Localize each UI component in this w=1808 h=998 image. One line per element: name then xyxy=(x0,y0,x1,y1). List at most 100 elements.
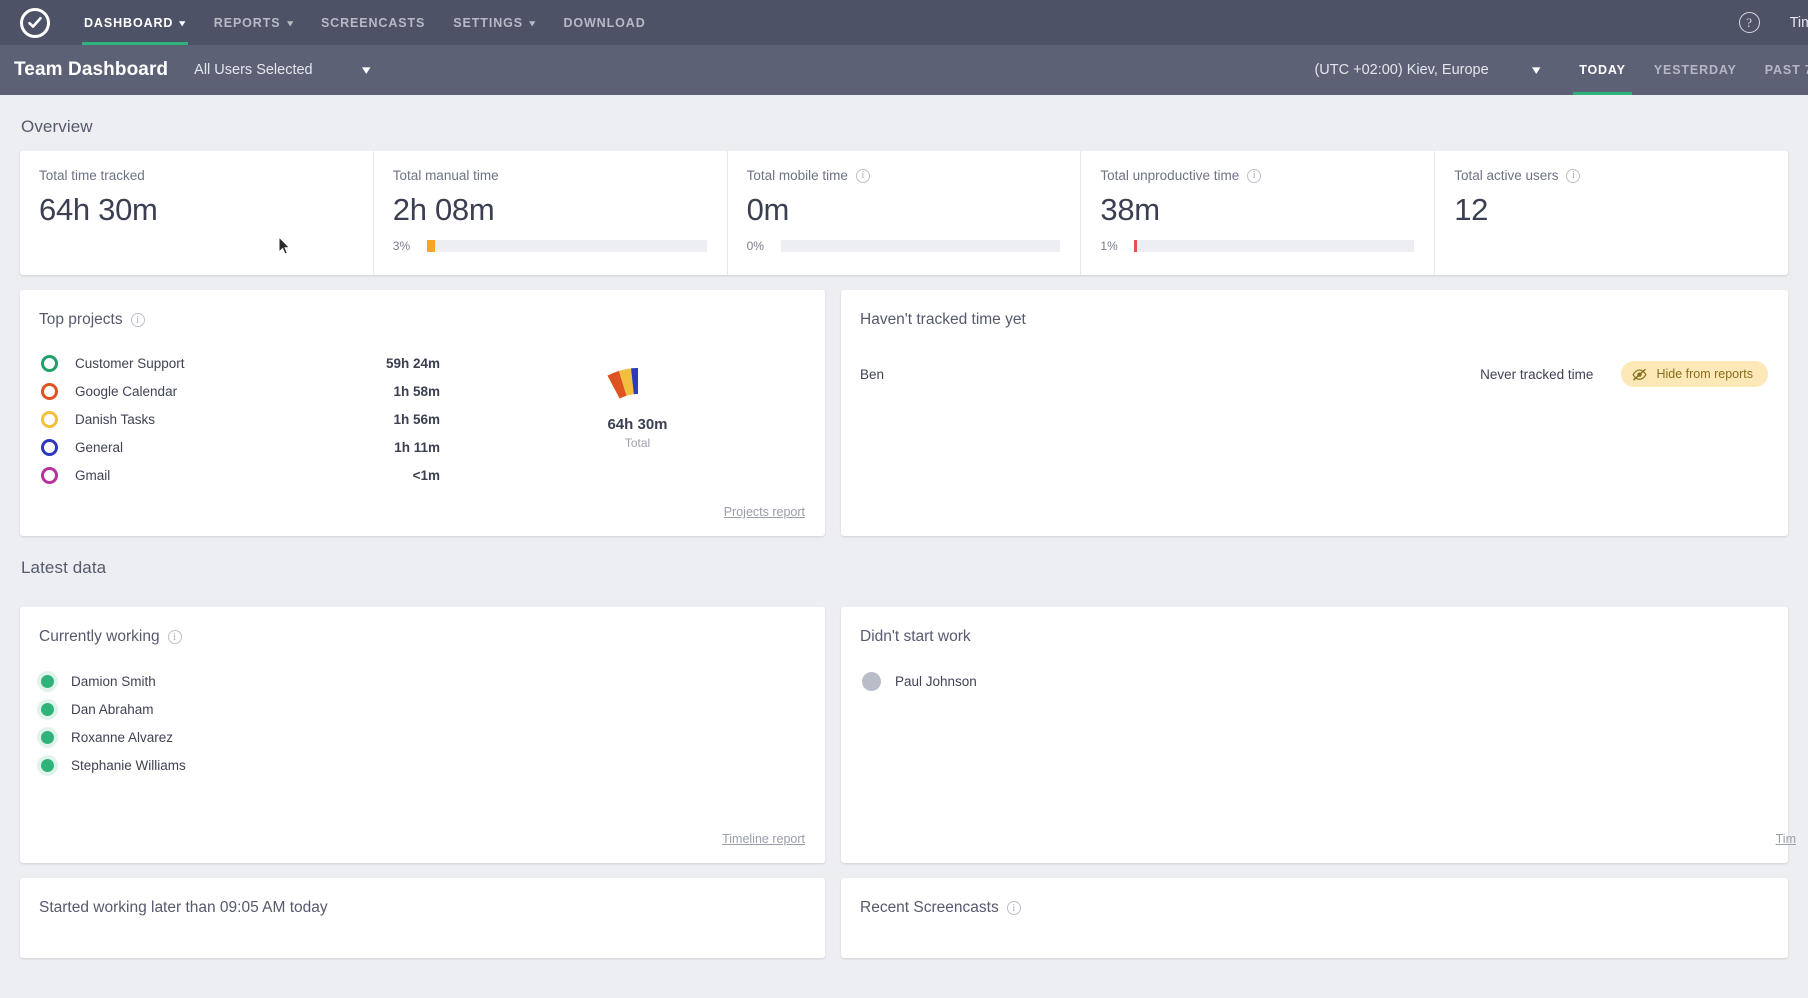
status-online-icon xyxy=(41,759,54,772)
nav-item-reports[interactable]: REPORTS ▾ xyxy=(200,0,307,45)
recent-screencasts-title: Recent Screencasts xyxy=(860,899,999,917)
user-filter-label: All Users Selected xyxy=(194,62,312,78)
date-range-tabs: TODAY YESTERDAY PAST 7 DAYS xyxy=(1565,45,1808,95)
nav-item-dashboard-label: DASHBOARD xyxy=(84,16,173,30)
overview-panel-row: Top projects i Customer Support 59h 24m … xyxy=(20,290,1788,536)
recent-screencasts-title-row: Recent Screencasts i xyxy=(841,878,1788,917)
info-icon[interactable]: i xyxy=(131,313,145,327)
tab-yesterday[interactable]: YESTERDAY xyxy=(1640,45,1751,95)
timezone-dropdown[interactable]: (UTC +02:00) Kiev, Europe ▾ xyxy=(1314,62,1539,78)
currently-working-title: Currently working xyxy=(39,628,160,646)
list-item[interactable]: General 1h 11m xyxy=(41,433,450,461)
list-item[interactable]: Roxanne Alvarez xyxy=(20,723,825,751)
info-icon[interactable]: i xyxy=(1566,169,1580,183)
app-logo[interactable] xyxy=(0,8,70,38)
stat-value: 12 xyxy=(1454,192,1768,228)
sub-header-right-cluster: (UTC +02:00) Kiev, Europe ▾ TODAY YESTER… xyxy=(1314,45,1808,95)
hide-from-reports-label: Hide from reports xyxy=(1656,367,1753,381)
project-name: General xyxy=(75,440,394,455)
nav-item-screencasts[interactable]: SCREENCASTS xyxy=(307,0,439,45)
project-time: <1m xyxy=(413,468,450,483)
help-icon[interactable]: ? xyxy=(1739,12,1760,33)
time-doctor-logo-icon xyxy=(20,8,50,38)
user-name: Roxanne Alvarez xyxy=(71,730,173,745)
list-item[interactable]: Stephanie Williams xyxy=(20,751,825,779)
stat-progress-track xyxy=(427,240,707,252)
tab-past-7-days[interactable]: PAST 7 DAYS xyxy=(1751,45,1808,95)
stat-card-total-manual-time: Total manual time 2h 08m 3% xyxy=(374,151,728,275)
stat-card-total-time-tracked: Total time tracked 64h 30m xyxy=(20,151,374,275)
projects-report-link[interactable]: Projects report xyxy=(724,505,805,519)
stat-percent-label: 0% xyxy=(747,239,781,253)
top-projects-panel: Top projects i Customer Support 59h 24m … xyxy=(20,290,825,536)
user-filter-dropdown[interactable]: All Users Selected ▾ xyxy=(194,62,369,78)
stat-value: 2h 08m xyxy=(393,192,707,228)
project-time: 59h 24m xyxy=(386,356,450,371)
top-navigation-bar: DASHBOARD ▾ REPORTS ▾ SCREENCASTS SETTIN… xyxy=(0,0,1808,45)
stat-progress-row: 1% xyxy=(1100,239,1414,253)
user-name: Dan Abraham xyxy=(71,702,154,717)
table-row: Ben Never tracked time Hide from reports xyxy=(841,357,1788,391)
list-item[interactable]: Google Calendar 1h 58m xyxy=(41,377,450,405)
didnt-start-work-list: Paul Johnson xyxy=(841,646,1788,695)
project-color-ring-icon xyxy=(41,383,58,400)
user-name: Ben xyxy=(860,367,1480,382)
stat-label-text: Total time tracked xyxy=(39,168,145,183)
info-icon[interactable]: i xyxy=(1007,901,1021,915)
nav-item-dashboard[interactable]: DASHBOARD ▾ xyxy=(70,0,200,45)
nav-item-reports-label: REPORTS xyxy=(214,16,281,30)
hide-from-reports-button[interactable]: Hide from reports xyxy=(1621,361,1768,387)
user-name: Damion Smith xyxy=(71,674,156,689)
list-item[interactable]: Danish Tasks 1h 56m xyxy=(41,405,450,433)
account-menu-label[interactable]: Time Doctor xyxy=(1790,15,1808,31)
stat-value: 64h 30m xyxy=(39,192,353,228)
list-item[interactable]: Paul Johnson xyxy=(841,667,1788,695)
project-color-ring-icon xyxy=(41,411,58,428)
didnt-start-work-title: Didn't start work xyxy=(841,607,1788,646)
info-icon[interactable]: i xyxy=(1247,169,1261,183)
stat-label-text: Total mobile time xyxy=(747,168,848,183)
list-item[interactable]: Dan Abraham xyxy=(20,695,825,723)
list-item[interactable]: Damion Smith xyxy=(20,667,825,695)
eye-off-icon xyxy=(1632,368,1647,381)
status-online-icon xyxy=(41,675,54,688)
dashboard-content: Overview Total time tracked 64h 30m Tota… xyxy=(0,95,1808,958)
page-title: Team Dashboard xyxy=(14,59,168,81)
timeline-report-link[interactable]: Timeline report xyxy=(722,832,805,846)
overview-section-title: Overview xyxy=(20,95,1788,151)
didnt-start-work-panel: Didn't start work Paul Johnson Tim xyxy=(841,607,1788,863)
list-item[interactable]: Gmail <1m xyxy=(41,461,450,489)
main-nav-items: DASHBOARD ▾ REPORTS ▾ SCREENCASTS SETTIN… xyxy=(70,0,660,45)
tracking-status: Never tracked time xyxy=(1480,367,1593,382)
tab-today[interactable]: TODAY xyxy=(1565,45,1640,95)
stat-value: 38m xyxy=(1100,192,1414,228)
stat-card-total-mobile-time: Total mobile time i 0m 0% xyxy=(728,151,1082,275)
nav-item-download-label: DOWNLOAD xyxy=(563,16,645,30)
stat-label-text: Total manual time xyxy=(393,168,499,183)
stat-label-text: Total unproductive time xyxy=(1100,168,1239,183)
donut-graphic: 64h 30m Total xyxy=(571,366,705,500)
tab-past-7-days-label: PAST 7 DAYS xyxy=(1765,63,1808,77)
info-icon[interactable]: i xyxy=(168,630,182,644)
didnt-start-work-link[interactable]: Tim xyxy=(1776,832,1796,846)
top-projects-title-row: Top projects i xyxy=(20,290,825,329)
nav-item-download[interactable]: DOWNLOAD xyxy=(549,0,659,45)
list-item[interactable]: Customer Support 59h 24m xyxy=(41,349,450,377)
stat-progress-fill xyxy=(1134,240,1137,252)
stat-label: Total active users i xyxy=(1454,168,1768,183)
nav-item-settings[interactable]: SETTINGS ▾ xyxy=(439,0,549,45)
currently-working-list: Damion Smith Dan Abraham Roxanne Alvarez… xyxy=(20,646,825,779)
top-projects-title: Top projects xyxy=(39,311,123,329)
chevron-down-icon: ▾ xyxy=(362,62,370,78)
info-icon[interactable]: i xyxy=(856,169,870,183)
avatar xyxy=(862,672,881,691)
project-time: 1h 11m xyxy=(394,440,450,455)
status-online-icon xyxy=(41,703,54,716)
bottom-peek-panel-row: Started working later than 09:05 AM toda… xyxy=(20,878,1788,958)
stat-percent-label: 1% xyxy=(1100,239,1134,253)
stat-label-text: Total active users xyxy=(1454,168,1558,183)
stat-card-total-active-users: Total active users i 12 xyxy=(1435,151,1788,275)
currently-working-panel: Currently working i Damion Smith Dan Abr… xyxy=(20,607,825,863)
stat-progress-track xyxy=(781,240,1061,252)
top-projects-body: Customer Support 59h 24m Google Calendar… xyxy=(20,329,825,536)
